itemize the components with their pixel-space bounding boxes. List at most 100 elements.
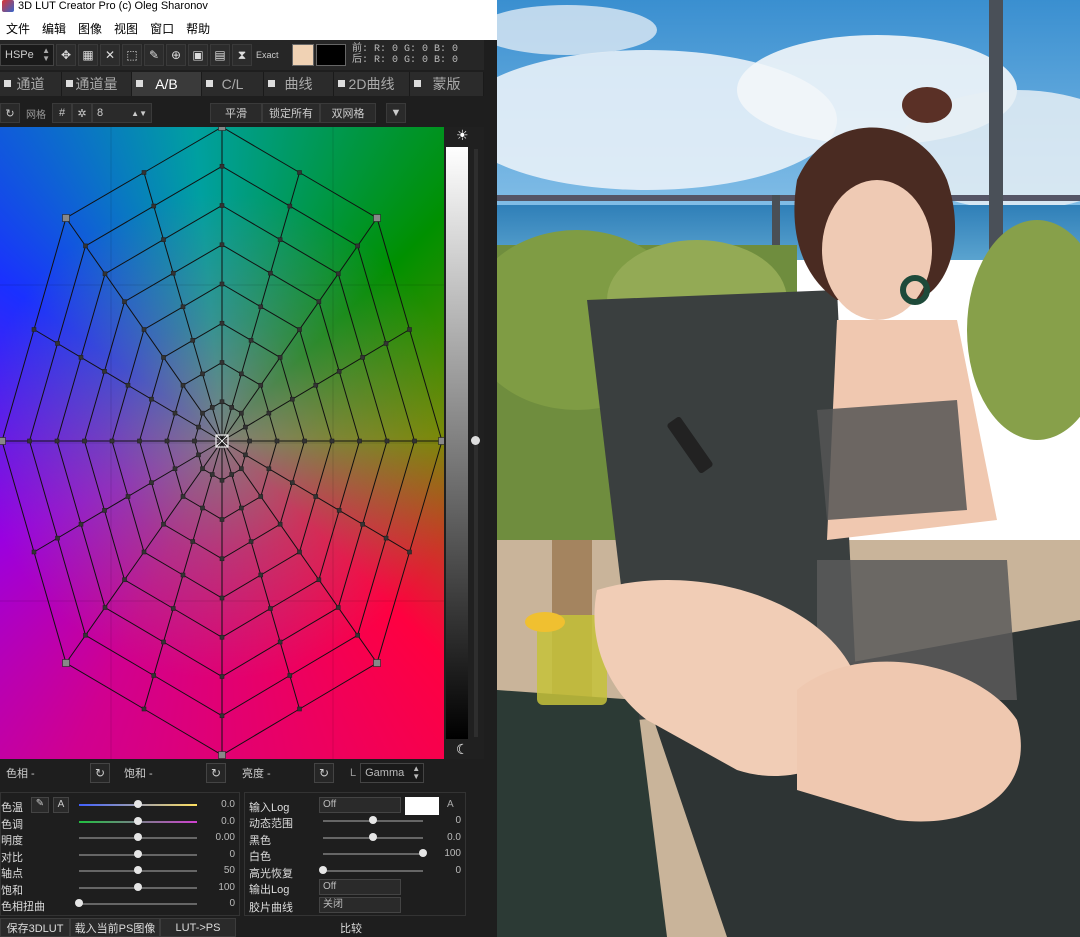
grid-node[interactable] — [336, 508, 342, 513]
grid-node[interactable] — [27, 438, 32, 444]
grid-node[interactable] — [78, 355, 84, 360]
grid-node[interactable] — [290, 396, 295, 402]
after-color-swatch[interactable] — [316, 44, 346, 66]
color-model-select[interactable]: HSPe ▲ ▼ — [0, 44, 54, 66]
grid-node[interactable] — [219, 399, 225, 405]
grid-node[interactable] — [258, 382, 264, 388]
grid-node[interactable] — [297, 170, 302, 175]
grid-node[interactable] — [219, 163, 225, 169]
grid-node[interactable] — [200, 466, 205, 472]
grid-node[interactable] — [268, 270, 273, 276]
grid-node[interactable] — [192, 438, 197, 444]
grid-node[interactable] — [83, 243, 88, 249]
grid-node[interactable] — [180, 382, 186, 388]
menu-view[interactable]: 视图 — [114, 20, 138, 37]
grid-node[interactable] — [384, 438, 390, 444]
grid-node[interactable] — [200, 505, 205, 511]
film-curve-select[interactable]: 关闭 — [319, 897, 401, 913]
grid-node[interactable] — [274, 438, 280, 444]
grid-node[interactable] — [229, 472, 234, 477]
grid-node[interactable] — [31, 549, 37, 555]
highlight-track[interactable] — [323, 869, 423, 872]
grid-node[interactable] — [161, 355, 166, 360]
grid-node[interactable] — [277, 237, 283, 242]
grid-node[interactable] — [302, 438, 307, 444]
grid-node[interactable] — [277, 639, 283, 645]
grid-node[interactable] — [219, 203, 225, 208]
slider-thumb[interactable] — [134, 866, 142, 874]
tab-mask[interactable]: 蒙版 — [410, 72, 484, 96]
input-log-select[interactable]: Off — [319, 797, 401, 813]
load-ps-image-button[interactable]: 载入当前PS图像 — [70, 918, 160, 937]
lock-all-button[interactable]: 锁定所有 — [262, 103, 320, 123]
menu-file[interactable]: 文件 — [6, 20, 30, 37]
tab-2d-curves[interactable]: 2D曲线 — [334, 72, 410, 96]
grid-node[interactable] — [102, 271, 108, 277]
tab-channel-mix[interactable]: 通道量 — [62, 72, 132, 96]
grid-node[interactable] — [329, 438, 335, 444]
luminance-slider-thumb[interactable] — [471, 436, 480, 445]
grid-node[interactable] — [360, 355, 365, 360]
grid-node[interactable] — [219, 556, 225, 562]
grid-node[interactable] — [268, 606, 273, 611]
grid-node[interactable] — [243, 424, 248, 430]
grid-node[interactable] — [266, 410, 272, 416]
grid-node[interactable] — [209, 405, 215, 410]
grid-node[interactable] — [180, 494, 186, 499]
grid-node[interactable] — [196, 424, 201, 430]
grid-node[interactable] — [239, 371, 244, 377]
grid-node[interactable] — [141, 549, 147, 555]
grid-node[interactable] — [161, 521, 166, 527]
grid-node[interactable] — [239, 410, 244, 416]
grid-node[interactable] — [258, 494, 264, 499]
grid-node[interactable] — [316, 577, 322, 583]
grid-node[interactable] — [297, 549, 302, 555]
grid-node[interactable] — [407, 327, 412, 332]
grid-node[interactable] — [355, 632, 360, 638]
grid-node[interactable] — [335, 605, 341, 610]
menu-window[interactable]: 窗口 — [150, 20, 174, 37]
grid-node[interactable] — [383, 535, 389, 541]
grid-node[interactable] — [248, 338, 254, 343]
grid-node[interactable] — [335, 271, 341, 277]
save-3dlut-button[interactable]: 保存3DLUT — [0, 918, 70, 937]
grid-node[interactable] — [141, 170, 147, 175]
eyedropper-icon[interactable]: ✎ — [144, 44, 164, 66]
slider-track[interactable] — [79, 903, 197, 905]
grid-node[interactable] — [355, 243, 360, 249]
grid-node[interactable] — [297, 706, 302, 712]
grid-node[interactable] — [287, 203, 293, 209]
grid-node[interactable] — [0, 437, 6, 445]
grid-node[interactable] — [243, 452, 248, 458]
grid-node[interactable] — [336, 369, 342, 374]
ab-color-grid[interactable] — [0, 127, 444, 759]
grid-node[interactable] — [209, 472, 215, 477]
grid-node[interactable] — [62, 214, 70, 222]
grid-node[interactable] — [102, 605, 108, 610]
grid-node[interactable] — [78, 521, 84, 527]
grid-node[interactable] — [373, 214, 381, 222]
menu-edit[interactable]: 编辑 — [42, 20, 66, 37]
frame-icon[interactable]: ▣ — [188, 44, 208, 66]
hourglass-icon[interactable]: ⧗ — [232, 44, 252, 66]
grid-node[interactable] — [164, 438, 170, 444]
grid-node[interactable] — [149, 396, 154, 402]
grid-node[interactable] — [290, 480, 295, 485]
grid-node[interactable] — [151, 673, 157, 678]
grid-node[interactable] — [373, 659, 381, 667]
slider-thumb[interactable] — [134, 882, 142, 891]
grid-node[interactable] — [190, 338, 196, 343]
smooth-button[interactable]: 平滑 — [210, 103, 262, 123]
grid-node[interactable] — [313, 382, 319, 388]
menu-image[interactable]: 图像 — [78, 20, 102, 37]
grid-node[interactable] — [190, 539, 196, 544]
slider-thumb[interactable] — [134, 800, 142, 808]
grid-icon[interactable]: # — [52, 103, 72, 123]
grid-node[interactable] — [219, 360, 225, 365]
hue-reset-icon[interactable]: ↻ — [90, 763, 110, 783]
grid-node[interactable] — [218, 127, 226, 131]
grid-node[interactable] — [266, 466, 272, 472]
sun-icon[interactable]: ☀ — [456, 127, 469, 144]
slider-thumb[interactable] — [134, 849, 142, 858]
tab-ab[interactable]: A/B — [132, 72, 202, 96]
